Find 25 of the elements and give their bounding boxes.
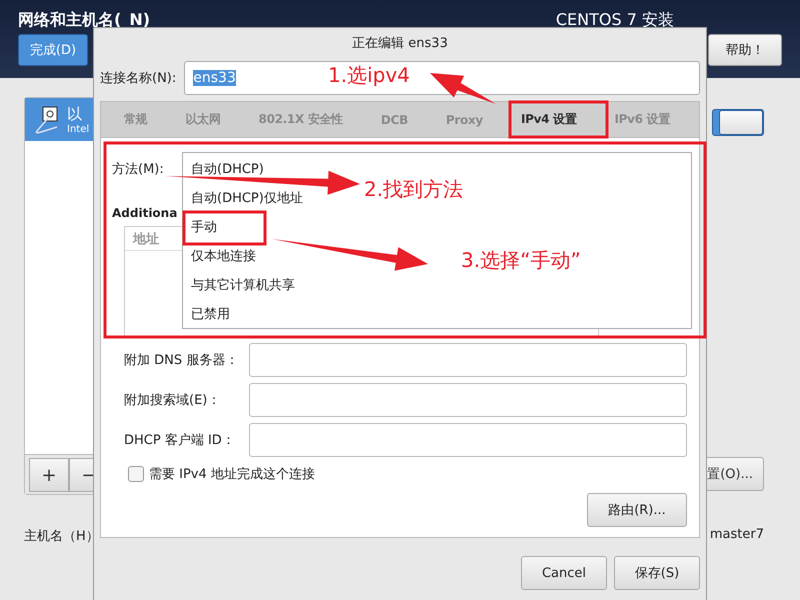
device-detail: Intel — [67, 124, 90, 134]
dialog-button[interactable]: Cancel — [521, 556, 607, 590]
checkbox-label: 需要 IPv4 地址完成这个连接 — [149, 466, 315, 483]
add-button[interactable]: + — [29, 458, 69, 492]
dialog-title: 正在编辑 ens33 — [351, 35, 449, 53]
device-name: 以 — [67, 104, 83, 124]
annotation-text: 1.选ipv4 — [328, 62, 410, 89]
dialog-button[interactable]: 保存(S) — [614, 556, 700, 590]
method-label: 方法(M): — [112, 161, 164, 178]
menu-item[interactable]: 自动(DHCP) — [183, 154, 264, 183]
help-button[interactable]: 帮助！ — [708, 34, 782, 66]
section-heading: Additiona — [112, 206, 178, 220]
connection-name-label: 连接名称(N): — [100, 70, 176, 87]
annotation-text: 2.找到方法 — [364, 176, 464, 203]
field-label: 附加 DNS 服务器： — [124, 352, 240, 369]
menu-item[interactable]: 已禁用 — [183, 299, 230, 328]
settings-tab[interactable]: IPv4 设置 — [502, 102, 596, 137]
current-hostname: master7 — [710, 527, 764, 544]
field-label: DHCP 客户端 ID： — [124, 432, 236, 449]
menu-item[interactable]: 自动(DHCP)仅地址 — [183, 183, 303, 212]
menu-item[interactable]: 与其它计算机共享 — [183, 270, 295, 299]
field-label: 附加搜索域(E)： — [124, 392, 222, 409]
hostname-label: 主机名（H） — [24, 528, 99, 545]
product-title: CENTOS 7 安装 — [556, 10, 674, 28]
routes-button[interactable]: 路由(R)... — [587, 493, 687, 527]
